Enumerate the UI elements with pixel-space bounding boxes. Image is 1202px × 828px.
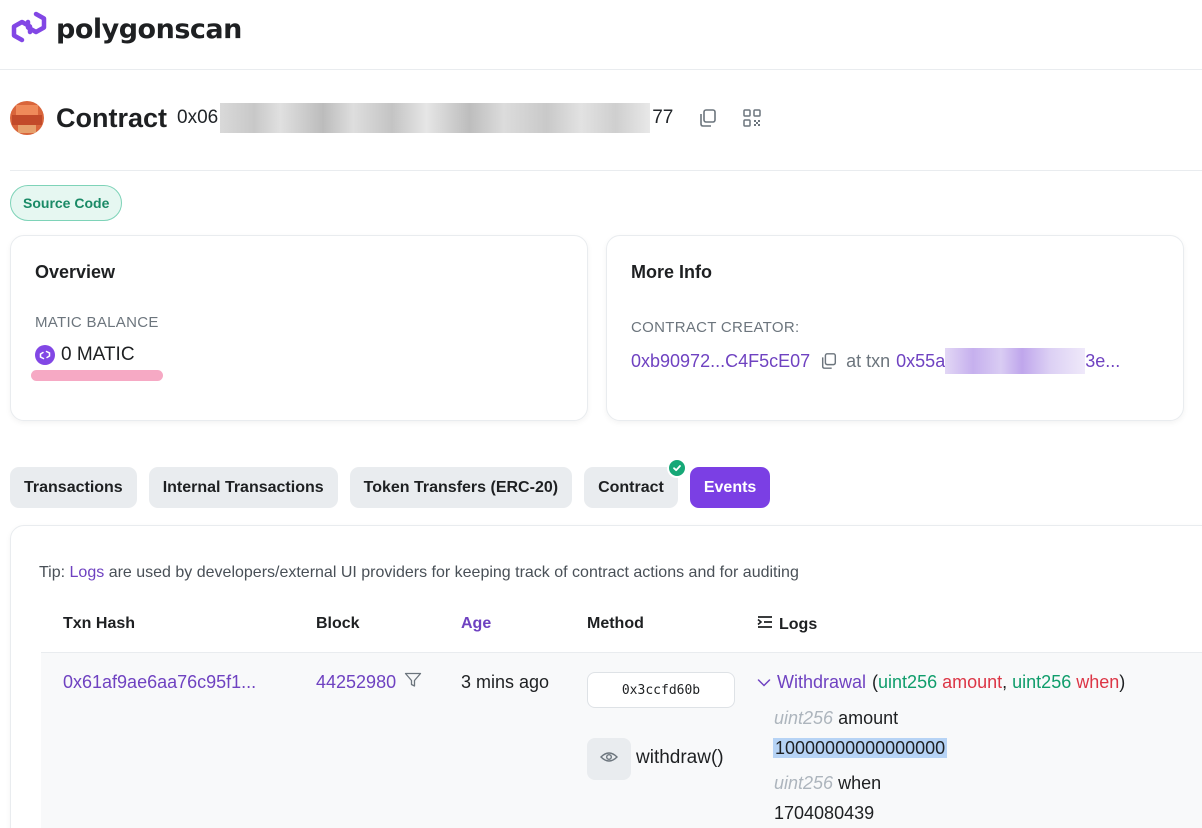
source-code-badge[interactable]: Source Code: [10, 185, 123, 221]
age-value: 3 mins ago: [461, 672, 550, 692]
eye-icon: [600, 750, 618, 768]
highlight-underline: [31, 370, 163, 381]
logs-link[interactable]: Logs: [70, 564, 105, 581]
contract-creator-row: 0xb90972...C4F5cE07 at txn 0x55a 3e...: [631, 348, 1120, 374]
contract-address-suffix: 77: [652, 107, 674, 128]
contract-label: Contract: [56, 102, 168, 133]
tab-contract[interactable]: Contract: [584, 458, 687, 508]
contract-tabs: Transactions Internal Transactions Token…: [10, 458, 771, 508]
filter-icon[interactable]: [404, 672, 422, 693]
redacted-txn-hash: [945, 348, 1086, 374]
tab-transactions[interactable]: Transactions: [10, 467, 137, 508]
param-name-2: when: [1076, 672, 1120, 692]
logs-header-label: Logs: [779, 615, 818, 633]
tab-events[interactable]: Events: [689, 467, 771, 508]
matic-balance: 0 MATIC: [35, 344, 135, 366]
close-paren: ): [1119, 672, 1126, 692]
qr-code-icon[interactable]: [741, 107, 763, 129]
log-arg-2-type: uint256: [774, 773, 834, 793]
param-type-1: uint256: [878, 672, 938, 692]
log-arg-2-label: uint256 when: [774, 773, 881, 794]
redacted-address: [220, 103, 651, 133]
log-arg-2-name: when: [838, 773, 882, 793]
method-function-name: withdraw(): [636, 747, 724, 768]
tab-internal-transactions[interactable]: Internal Transactions: [148, 467, 338, 508]
log-arg-1-type: uint256: [774, 708, 834, 728]
site-header: polygonscan: [0, 0, 1202, 70]
tip-prefix: Tip:: [39, 564, 66, 581]
column-header-txn-hash: Txn Hash: [63, 615, 136, 632]
log-arg-1-value-wrap: 10000000000000000: [773, 738, 948, 759]
chevron-down-icon[interactable]: [757, 678, 771, 688]
polygon-logo-icon: [10, 10, 48, 49]
copy-icon[interactable]: [697, 107, 719, 129]
overview-title: Overview: [35, 262, 116, 282]
column-header-method: Method: [587, 615, 644, 632]
creation-txn-suffix[interactable]: 3e...: [1085, 351, 1120, 372]
tip-text: are used by developers/external UI provi…: [108, 564, 799, 581]
events-panel: Tip: Logs are used by developers/externa…: [10, 525, 1202, 828]
matic-token-icon: [35, 345, 55, 365]
tab-contract-label: Contract: [598, 478, 664, 496]
section-divider: [10, 170, 1202, 171]
column-header-logs: Logs: [757, 615, 817, 634]
list-indent-icon: [757, 615, 773, 634]
creation-txn-prefix[interactable]: 0x55a: [896, 351, 945, 372]
param-type-2: uint256: [1012, 672, 1072, 692]
copy-icon[interactable]: [820, 352, 838, 370]
log-arg-1-name: amount: [838, 708, 899, 728]
block-number-link[interactable]: 44252980: [316, 672, 396, 693]
verified-check-icon: [666, 458, 687, 478]
comma: ,: [1002, 672, 1008, 692]
matic-balance-label: MATIC BALANCE: [35, 314, 159, 331]
matic-balance-value: 0 MATIC: [61, 344, 135, 365]
event-signature: Withdrawal ( uint256 amount , uint256 wh…: [757, 672, 1125, 693]
event-name[interactable]: Withdrawal: [777, 672, 866, 693]
column-header-block: Block: [316, 615, 360, 632]
log-arg-1-label: uint256 amount: [774, 708, 898, 729]
creator-address-link[interactable]: 0xb90972...C4F5cE07: [631, 351, 810, 372]
overview-card: Overview MATIC BALANCE 0 MATIC: [10, 235, 588, 421]
at-txn-label: at txn: [846, 350, 891, 371]
block-cell: 44252980: [316, 672, 422, 693]
contract-avatar: [10, 101, 44, 135]
events-tip: Tip: Logs are used by developers/externa…: [39, 564, 799, 582]
view-method-button[interactable]: [587, 738, 631, 780]
log-arg-2-value: 1704080439: [774, 803, 875, 823]
more-info-title: More Info: [631, 262, 712, 282]
contract-address-prefix: 0x06: [177, 107, 219, 128]
more-info-card: More Info CONTRACT CREATOR: 0xb90972...C…: [606, 235, 1184, 421]
brand-name: polygonscan: [56, 14, 242, 45]
contract-title-row: Contract 0x06 77: [10, 100, 785, 136]
contract-creator-label: CONTRACT CREATOR:: [631, 319, 800, 336]
log-arg-1-value: 10000000000000000: [773, 738, 948, 758]
brand-logo[interactable]: polygonscan: [10, 10, 242, 49]
param-name-1: amount: [942, 672, 1003, 692]
method-id-badge: 0x3ccfd60b: [587, 672, 735, 708]
tab-token-transfers[interactable]: Token Transfers (ERC-20): [349, 467, 573, 508]
txn-hash-link[interactable]: 0x61af9ae6aa76c95f1...: [63, 672, 256, 693]
column-header-age[interactable]: Age: [461, 615, 491, 633]
